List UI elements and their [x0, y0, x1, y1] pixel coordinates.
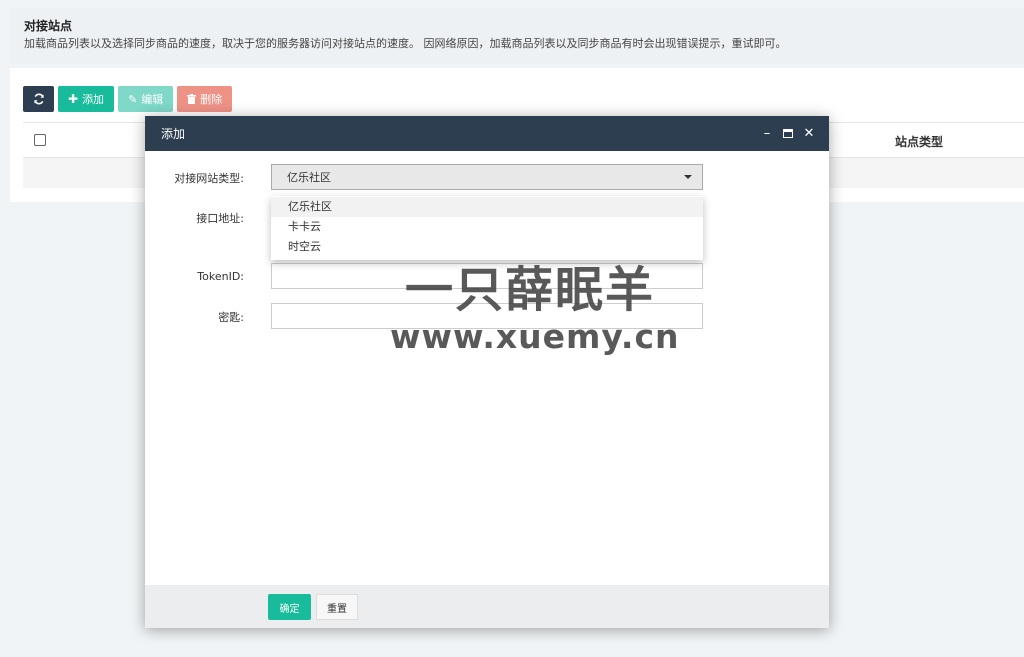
modal-title-bar: 添加 – ✕: [145, 116, 829, 151]
toolbar: ✚ 添加 ✎ 编辑 删除: [23, 86, 233, 112]
pencil-icon: ✎: [128, 92, 138, 106]
select-all-checkbox[interactable]: [34, 134, 46, 146]
dropdown-option-kakayun[interactable]: 卡卡云: [271, 217, 703, 237]
plus-icon: ✚: [68, 92, 79, 106]
column-header-site-type[interactable]: 站点类型: [895, 133, 943, 150]
token-input[interactable]: [271, 263, 703, 289]
dropdown-option-shikongyun[interactable]: 时空云: [271, 237, 703, 257]
delete-button[interactable]: 删除: [177, 86, 233, 112]
page-header: 对接站点 加载商品列表以及选择同步商品的速度，取决于您的服务器访问对接站点的速度…: [10, 8, 1024, 64]
delete-button-label: 删除: [200, 93, 223, 106]
modal-title: 添加: [161, 127, 186, 141]
refresh-button[interactable]: [23, 86, 54, 112]
site-type-select[interactable]: 亿乐社区: [271, 164, 703, 190]
minimize-icon[interactable]: –: [761, 127, 773, 140]
add-button[interactable]: ✚ 添加: [58, 86, 115, 112]
site-type-selected-value: 亿乐社区: [287, 171, 331, 184]
page-description: 加载商品列表以及选择同步商品的速度，取决于您的服务器访问对接站点的速度。 因网络…: [24, 37, 787, 50]
add-button-label: 添加: [82, 93, 105, 106]
edit-button[interactable]: ✎ 编辑: [118, 86, 174, 112]
add-site-modal: 添加 – ✕ 对接网站类型: 亿乐社区 接口地址: TokenID: 密匙: 亿…: [145, 116, 829, 628]
modal-footer: 确定 重置: [145, 585, 829, 628]
secret-input[interactable]: [271, 303, 703, 329]
reset-button[interactable]: 重置: [316, 594, 358, 620]
refresh-icon: [33, 93, 44, 105]
dropdown-option-yile[interactable]: 亿乐社区: [271, 197, 703, 217]
maximize-icon[interactable]: [783, 129, 793, 138]
window-controls: – ✕: [761, 116, 815, 151]
trash-icon: [187, 94, 197, 104]
site-type-label: 对接网站类型:: [174, 172, 244, 185]
token-label: TokenID:: [197, 270, 244, 283]
edit-button-label: 编辑: [141, 93, 164, 106]
confirm-button[interactable]: 确定: [268, 594, 311, 620]
api-address-label: 接口地址:: [196, 212, 244, 225]
secret-label: 密匙:: [218, 311, 244, 324]
site-type-dropdown: 亿乐社区 卡卡云 时空云: [271, 196, 703, 260]
page-title: 对接站点: [24, 19, 73, 33]
close-icon[interactable]: ✕: [803, 127, 815, 140]
chevron-down-icon: [684, 175, 692, 179]
